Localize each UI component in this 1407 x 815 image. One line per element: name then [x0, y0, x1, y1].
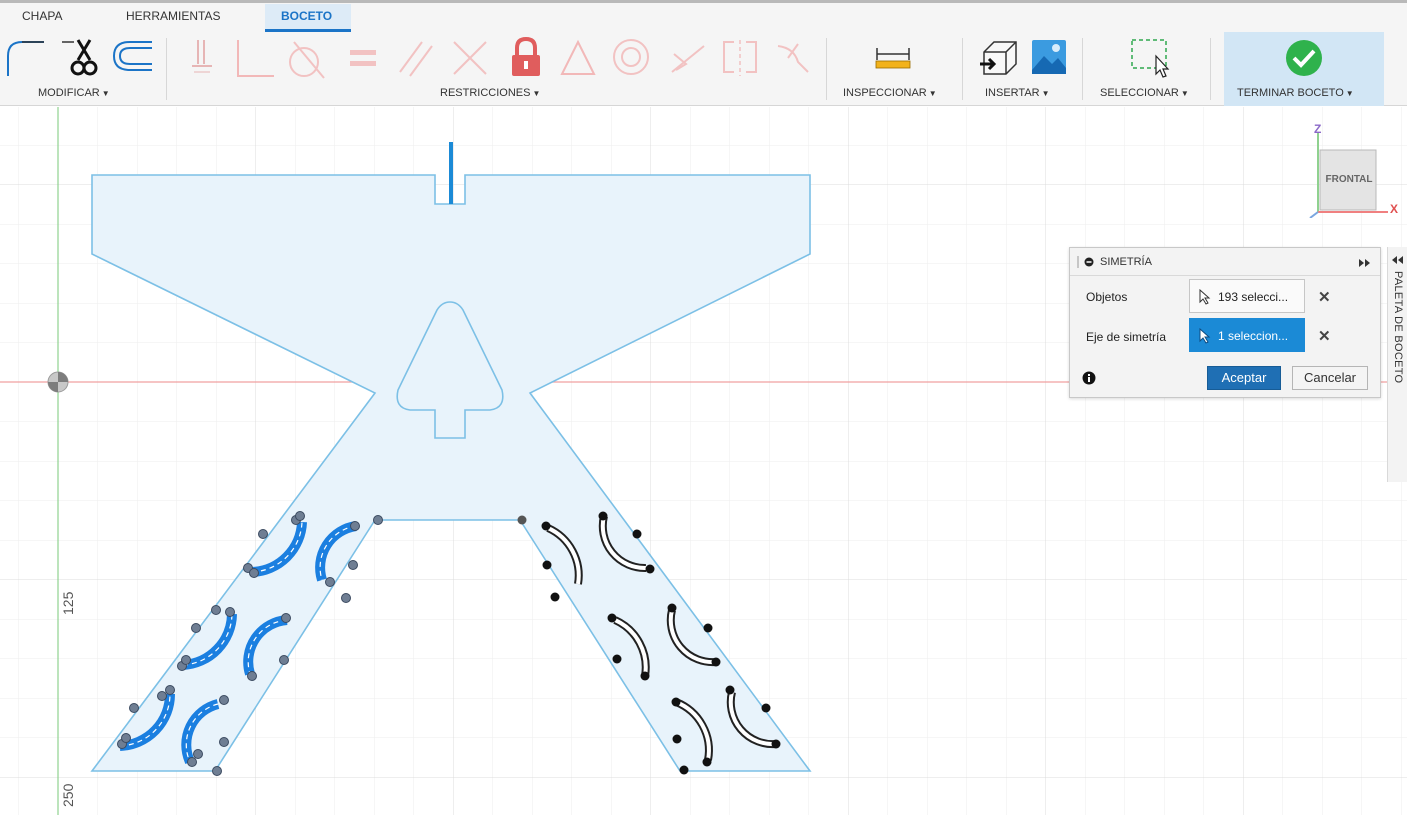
sketch-palette-tab[interactable]: PALETA DE BOCETO: [1387, 247, 1407, 482]
dialog-title: SIMETRÍA: [1100, 256, 1152, 268]
viewcube-axis-z: Z: [1314, 122, 1322, 136]
menu-insertar[interactable]: INSERTAR ▼: [985, 87, 1050, 99]
menu-label: MODIFICAR: [38, 87, 100, 99]
parallel-icon[interactable]: [396, 38, 436, 78]
clear-axis-button[interactable]: ✕: [1318, 327, 1331, 345]
menu-restricciones[interactable]: RESTRICCIONES ▼: [440, 87, 540, 99]
trim-icon[interactable]: [60, 36, 104, 80]
concentric-icon[interactable]: [610, 36, 652, 78]
caret-down-icon: ▼: [928, 89, 937, 98]
objects-label: Objetos: [1086, 290, 1128, 304]
separator: [1082, 38, 1083, 100]
viewcube[interactable]: Z X FRONTAL: [1304, 118, 1404, 219]
menu-label: RESTRICCIONES: [440, 87, 531, 99]
sketch-canvas[interactable]: 125 250: [0, 107, 1407, 815]
caret-down-icon: ▼: [532, 89, 541, 98]
fillet-icon[interactable]: [4, 36, 48, 80]
symmetry-axis-selection-field[interactable]: 1 seleccion...: [1189, 318, 1305, 352]
menu-label: SELECCIONAR: [1100, 87, 1179, 99]
collapse-icon[interactable]: [1084, 257, 1094, 267]
cursor-arrow-icon: [1199, 289, 1211, 305]
origin-icon[interactable]: [47, 371, 69, 393]
dialog-header[interactable]: SIMETRÍA: [1070, 248, 1380, 276]
menu-label: INSERTAR: [985, 87, 1040, 99]
checkmark-icon[interactable]: [1284, 38, 1324, 78]
insert-image-icon[interactable]: [1030, 38, 1068, 76]
collinear-icon[interactable]: [450, 38, 490, 78]
viewcube-face-frontal[interactable]: FRONTAL: [1322, 174, 1376, 185]
expand-dialog-icon[interactable]: [1358, 258, 1372, 268]
expand-palette-icon[interactable]: [1391, 255, 1405, 265]
separator: [962, 38, 963, 100]
menu-label: TERMINAR BOCETO: [1237, 87, 1344, 99]
fix-icon[interactable]: [508, 36, 544, 78]
clear-objects-button[interactable]: ✕: [1318, 288, 1331, 306]
objects-selection-value: 193 selecci...: [1218, 290, 1289, 304]
separator: [1210, 38, 1211, 100]
axis-tick-label-250: 250: [60, 783, 76, 807]
tangent-icon[interactable]: [286, 38, 330, 82]
window-select-icon[interactable]: [1128, 36, 1174, 80]
separator: [166, 38, 167, 100]
caret-down-icon: ▼: [101, 89, 110, 98]
objects-selection-field[interactable]: 193 selecci...: [1189, 279, 1305, 313]
cursor-arrow-icon: [1199, 328, 1211, 344]
viewcube-axis-x: X: [1390, 202, 1399, 216]
menu-inspeccionar[interactable]: INSPECCIONAR ▼: [843, 87, 937, 99]
tab-boceto[interactable]: BOCETO: [281, 9, 332, 23]
ribbon-top-border: [0, 0, 1407, 3]
symmetry-axis-selection-value: 1 seleccion...: [1218, 329, 1289, 343]
tab-chapa[interactable]: CHAPA: [22, 9, 62, 23]
axis-tick-label-125: 125: [60, 591, 76, 615]
midpoint-icon[interactable]: [668, 40, 708, 80]
separator: [826, 38, 827, 100]
info-icon[interactable]: [1082, 371, 1096, 385]
sketch-palette-label: PALETA DE BOCETO: [1392, 271, 1404, 384]
menu-terminar-boceto[interactable]: TERMINAR BOCETO ▼: [1237, 87, 1354, 99]
caret-down-icon: ▼: [1345, 89, 1354, 98]
triangle-icon[interactable]: [558, 38, 598, 78]
fusion-sketch-workspace: CHAPA HERRAMIENTAS BOCETO MODIFICAR ▼ RE…: [0, 0, 1407, 815]
cancel-button[interactable]: Cancelar: [1292, 366, 1368, 390]
symmetry-axis-label: Eje de simetría: [1086, 330, 1167, 344]
insert-derive-icon[interactable]: [978, 38, 1022, 78]
menu-seleccionar[interactable]: SELECCIONAR ▼: [1100, 87, 1189, 99]
offset-icon[interactable]: [108, 36, 156, 80]
perpendicular-icon[interactable]: [232, 38, 276, 82]
tab-herramientas[interactable]: HERRAMIENTAS: [126, 9, 220, 23]
measure-icon[interactable]: [873, 44, 913, 72]
menu-modificar[interactable]: MODIFICAR ▼: [38, 87, 110, 99]
toolbar-ribbon: CHAPA HERRAMIENTAS BOCETO MODIFICAR ▼ RE…: [0, 0, 1407, 106]
symmetry-dialog: SIMETRÍA Objetos 193 selecci... ✕ Eje de…: [1069, 247, 1381, 398]
menu-label: INSPECCIONAR: [843, 87, 927, 99]
drag-handle-icon[interactable]: [1076, 256, 1082, 268]
sketch-drawing[interactable]: [0, 107, 1407, 815]
ok-button[interactable]: Aceptar: [1207, 366, 1281, 390]
curvature-icon[interactable]: [774, 38, 814, 78]
caret-down-icon: ▼: [1041, 89, 1050, 98]
symmetry-icon[interactable]: [720, 38, 760, 78]
caret-down-icon: ▼: [1180, 89, 1189, 98]
equal-icon[interactable]: [348, 48, 378, 72]
coincident-icon[interactable]: [186, 38, 216, 78]
